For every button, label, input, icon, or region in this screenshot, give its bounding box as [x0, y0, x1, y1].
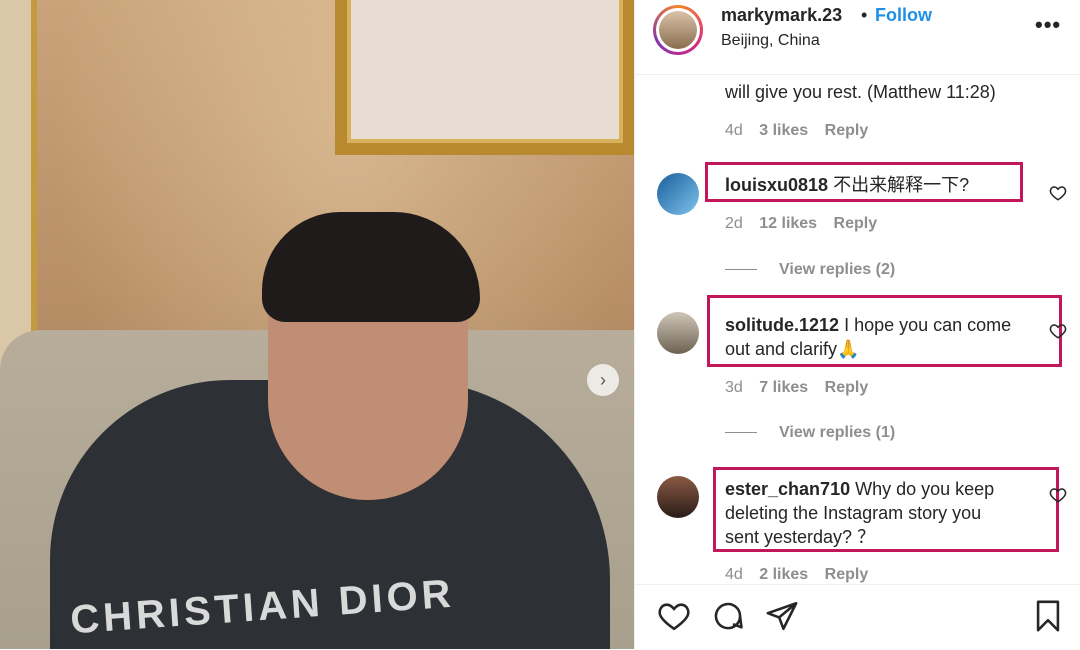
reply-button[interactable]: Reply	[825, 122, 869, 139]
heart-icon[interactable]	[1049, 486, 1067, 504]
picture-frame	[335, 0, 634, 155]
post-username[interactable]: markymark.23	[721, 5, 842, 26]
view-replies-label: View replies (2)	[779, 261, 896, 278]
heart-icon[interactable]	[1049, 184, 1067, 202]
carousel-next-button[interactable]: ›	[587, 364, 619, 396]
comment-time: 4d	[725, 566, 743, 583]
highlight-box	[713, 467, 1059, 552]
comment-meta: 4d 2 likes Reply	[725, 566, 880, 584]
view-replies-button[interactable]: View replies (1)	[725, 424, 895, 442]
view-replies-label: View replies (1)	[779, 424, 896, 441]
highlight-box	[705, 162, 1023, 202]
comment-text: will give you rest. (Matthew 11:28)	[725, 82, 996, 102]
avatar[interactable]	[657, 173, 699, 215]
avatar[interactable]	[653, 5, 703, 55]
avatar[interactable]	[657, 312, 699, 354]
view-replies-button[interactable]: View replies (2)	[725, 261, 895, 279]
avatar[interactable]	[657, 476, 699, 518]
reply-button[interactable]: Reply	[825, 566, 869, 583]
heart-icon[interactable]	[1049, 322, 1067, 340]
comment-likes[interactable]: 3 likes	[759, 122, 808, 139]
comment-meta: 3d 7 likes Reply	[725, 379, 880, 397]
post-photo[interactable]: CHRISTIAN DIOR ›	[0, 0, 634, 649]
bookmark-icon[interactable]	[1031, 599, 1065, 633]
reply-button[interactable]: Reply	[834, 215, 878, 232]
comment-time: 3d	[725, 379, 743, 396]
comment-meta: 2d 12 likes Reply	[725, 215, 889, 233]
share-icon[interactable]	[765, 599, 799, 633]
more-icon[interactable]: •••	[1035, 12, 1061, 38]
comment-time: 4d	[725, 122, 743, 139]
comment-icon[interactable]	[711, 599, 745, 633]
comment-likes[interactable]: 12 likes	[759, 215, 817, 232]
heart-icon[interactable]	[657, 599, 691, 633]
comment-time: 2d	[725, 215, 743, 232]
highlight-box	[707, 295, 1062, 367]
comment-likes[interactable]: 2 likes	[759, 566, 808, 583]
comment-meta: 4d 3 likes Reply	[725, 122, 880, 140]
action-bar	[635, 584, 1080, 650]
post-location[interactable]: Beijing, China	[721, 32, 820, 50]
post-header: markymark.23 • Follow Beijing, China •••	[635, 0, 1080, 75]
comments-panel: markymark.23 • Follow Beijing, China •••…	[634, 0, 1080, 650]
reply-button[interactable]: Reply	[825, 379, 869, 396]
separator-dot: •	[861, 5, 868, 25]
follow-button[interactable]: Follow	[875, 5, 932, 26]
chevron-right-icon: ›	[600, 369, 606, 390]
comment-likes[interactable]: 7 likes	[759, 379, 808, 396]
